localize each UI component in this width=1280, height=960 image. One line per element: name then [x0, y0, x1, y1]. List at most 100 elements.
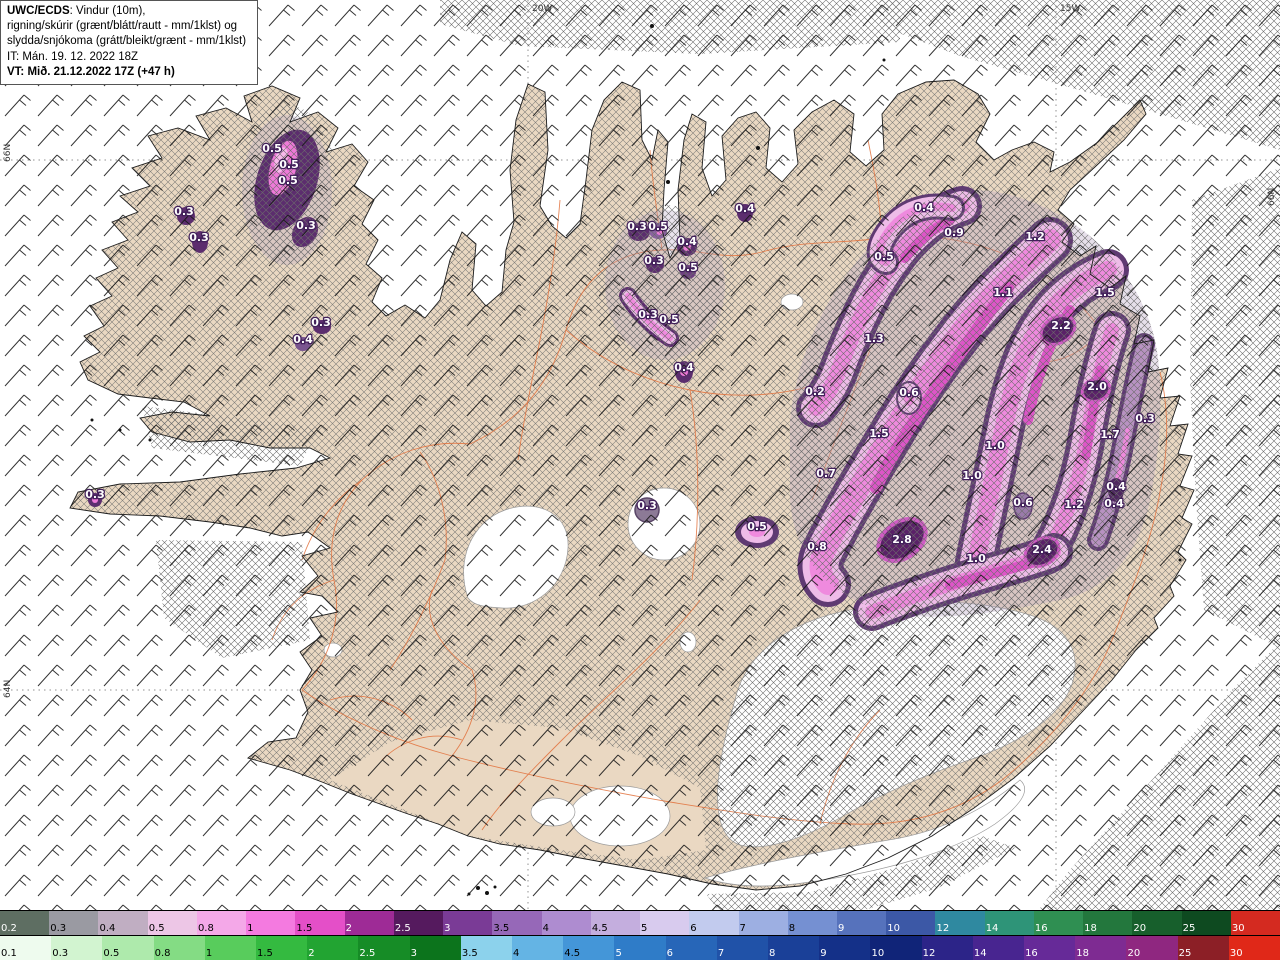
colorbar-value: 20 [1127, 948, 1141, 959]
map-value-label: 2.8 [892, 533, 912, 546]
colorbar-rain: 0.1 0.3 0.5 0.8 1 1.5 2 2.5 3 3.5 4 4.5 5 6 7 8 9 10 12 14 1… [0, 935, 1280, 960]
colorbar-value: 10 [887, 923, 900, 934]
map-value-label: 0.4 [735, 202, 755, 215]
map-value-label: 0.4 [1106, 480, 1126, 493]
colorbar-value: 2 [345, 923, 353, 934]
colorbar-value: 25 [1182, 923, 1196, 934]
legend-info-box: UWC/ECDS: Vindur (10m), rigning/skúrir (… [0, 0, 258, 85]
colorbar-value: 3 [444, 923, 451, 934]
colorbar-segment: 12 [935, 911, 985, 935]
colorbar-value: 4 [542, 923, 549, 934]
colorbar-segment: 8 [787, 911, 837, 935]
colorbar-value: 8 [769, 948, 776, 959]
colorbar-value: 0.4 [99, 923, 116, 934]
colorbar-value: 2.5 [394, 923, 411, 934]
map-value-label: 0.5 [678, 261, 698, 274]
colorbar-value: 5 [615, 948, 622, 959]
colorbar-value: 12 [922, 948, 936, 959]
colorbar-segment: 20 [1126, 936, 1178, 960]
colorbar-segment: 0.3 [49, 911, 99, 935]
colorbar-value: 9 [820, 948, 827, 959]
colorbar-value: 30 [1231, 923, 1245, 934]
colorbar-value: 0.1 [1, 948, 17, 959]
map-value-label: 0.6 [1013, 496, 1033, 509]
header-line3: slydda/snjókoma (grátt/bleikt/grænt - mm… [7, 35, 247, 48]
map-value-label: 0.8 [807, 540, 827, 553]
map-value-label: 0.4 [914, 201, 934, 214]
colorbar-segment: 9 [819, 936, 871, 960]
colorbar-value: 8 [788, 923, 796, 934]
colorbar-segment: 0.5 [102, 936, 154, 960]
latitude-label: 66N [3, 144, 13, 162]
map-value-label: 0.4 [674, 361, 694, 374]
colorbar-value: 16 [1025, 948, 1038, 959]
latitude-label: 64N [3, 680, 13, 698]
colorbar-segment: 2 [307, 936, 359, 960]
colorbar-value: 6 [666, 948, 674, 959]
colorbar-value: 14 [973, 948, 987, 959]
colorbar-value: 0.8 [197, 923, 214, 934]
colorbar-value: 0.3 [50, 923, 67, 934]
colorbar-segment: 3.5 [460, 936, 513, 960]
colorbar-segment: 6 [689, 911, 739, 935]
colorbar-value: 3.5 [461, 948, 478, 959]
colorbar-value: 0.8 [154, 948, 171, 959]
map-value-label: 1.7 [1100, 428, 1120, 441]
colorbar-segment: 2 [344, 911, 394, 935]
map-value-label: 0.4 [293, 333, 313, 346]
colorbar-segment: 7 [738, 911, 788, 935]
colorbar-segment: 30 [1228, 936, 1280, 960]
map-value-label: 0.3 [1135, 412, 1155, 425]
colorbar-segment: 5 [640, 911, 690, 935]
map-value-label: 0.3 [311, 316, 331, 329]
map-value-label: 0.5 [659, 313, 679, 326]
colorbar-segment: 9 [836, 911, 887, 935]
colorbar-segment: 1 [204, 936, 257, 960]
colorbar-segment: 4 [512, 936, 564, 960]
colorbar-segment: 1.5 [295, 911, 345, 935]
map-value-label: 1.0 [966, 552, 986, 565]
header-line1-rest: : Vindur (10m), [69, 5, 146, 17]
map-value-label: 0.2 [805, 385, 825, 398]
colorbar-segment: 16 [1024, 936, 1076, 960]
colorbar-segment: 20 [1132, 911, 1182, 935]
weather-map-page: 20W 15W 66N 64N 66N 0.5 0.5 0.5 0.3 0.3 0.3 0.3 0.4… [0, 0, 1280, 960]
colorbar-value: 14 [985, 923, 999, 934]
colorbar-value: 20 [1133, 923, 1147, 934]
header-line2: rigning/skúrir (grænt/blátt/rautt - mm/1… [7, 20, 238, 33]
map-value-label: 1.5 [869, 427, 889, 440]
colorbar-value: 4.5 [591, 923, 608, 934]
map-value-label: 0.5 [262, 142, 282, 155]
map-value-label: 0.5 [278, 174, 298, 187]
colorbar-segment: 14 [972, 936, 1025, 960]
colorbar-segment: 0.3 [51, 936, 103, 960]
colorbar-segment: 0.5 [147, 911, 197, 935]
colorbar-segment: 16 [1033, 911, 1084, 935]
map-value-label: 0.3 [85, 488, 105, 501]
map-value-label: 0.7 [816, 467, 836, 480]
colorbar-value: 1.5 [257, 948, 273, 959]
colorbar-value: 30 [1229, 948, 1243, 959]
longitude-label: 15W [1060, 4, 1080, 14]
colorbar-value: 0.5 [103, 948, 120, 959]
map-value-label: 1.0 [962, 469, 982, 482]
colorbar-segment: 25 [1181, 911, 1231, 935]
map-value-label: 1.5 [1095, 286, 1115, 299]
colorbar-segment: 1.5 [256, 936, 308, 960]
colorbar-value: 0.3 [52, 948, 69, 959]
map-value-label: 0.4 [677, 235, 697, 248]
colorbar-segment: 3.5 [492, 911, 542, 935]
colorbar-value: 0.2 [1, 923, 17, 934]
colorbar-value: 5 [641, 923, 648, 934]
colorbar-value: 16 [1034, 923, 1048, 934]
map-value-label: 0.5 [648, 220, 668, 233]
colorbar-value: 25 [1178, 948, 1192, 959]
colorbar-value: 1.5 [296, 923, 313, 934]
colorbar-segment: 0.4 [98, 911, 148, 935]
colorbar-segment: 25 [1177, 936, 1229, 960]
colorbar-value: 7 [717, 948, 725, 959]
colorbar-segment: 12 [921, 936, 973, 960]
colorbar-segment: 18 [1075, 936, 1127, 960]
map-value-label: 1.1 [993, 286, 1013, 299]
colorbar-segment: 1 [246, 911, 296, 935]
